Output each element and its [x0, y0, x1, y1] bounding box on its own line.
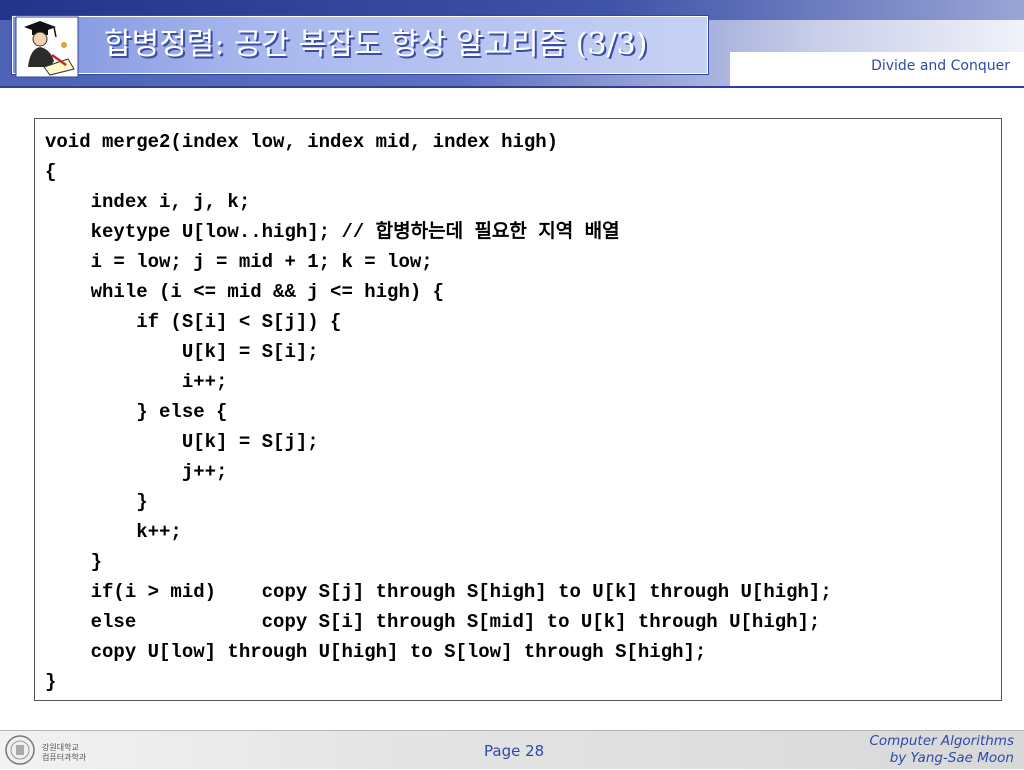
- code-line: U[k] = S[j];: [45, 431, 319, 453]
- header-divider: [0, 86, 1024, 88]
- university-name: 강원대학교: [42, 743, 79, 752]
- code-listing: void merge2(index low, index mid, index …: [45, 127, 832, 697]
- code-line: keytype U[low..high]; // 합병하는데 필요한 지역 배열: [45, 221, 620, 243]
- code-line: i = low; j = mid + 1; k = low;: [45, 251, 433, 273]
- code-line: if(i > mid) copy S[j] through S[high] to…: [45, 581, 832, 603]
- course-name: Computer Algorithms: [869, 733, 1014, 749]
- code-line: void merge2(index low, index mid, index …: [45, 131, 559, 153]
- department-name: 강원대학교 컴퓨터과학과: [42, 743, 86, 763]
- code-line: } else {: [45, 401, 228, 423]
- scholar-writing-icon: [14, 15, 80, 79]
- code-line: }: [45, 551, 103, 573]
- code-line: }: [45, 491, 148, 513]
- code-line: k++;: [45, 521, 182, 543]
- footer-credit: Computer Algorithms by Yang-Sae Moon: [869, 733, 1014, 767]
- code-line: copy U[low] through U[high] to S[low] th…: [45, 641, 707, 663]
- slide-header: 합병정렬: 공간 복잡도 향상 알고리즘 (3/3) Divide and Co…: [0, 0, 1024, 86]
- code-line: index i, j, k;: [45, 191, 251, 213]
- department-logo: 강원대학교 컴퓨터과학과: [4, 734, 104, 766]
- department-label: 컴퓨터과학과: [42, 753, 87, 762]
- code-box: void merge2(index low, index mid, index …: [34, 118, 1002, 701]
- code-line: {: [45, 161, 57, 183]
- code-line: }: [45, 671, 57, 693]
- code-line: if (S[i] < S[j]) {: [45, 311, 342, 333]
- code-line: U[k] = S[i];: [45, 341, 319, 363]
- code-line: i++;: [45, 371, 228, 393]
- code-line: while (i <= mid && j <= high) {: [45, 281, 445, 303]
- page-number: Page 28: [484, 742, 545, 760]
- slide-footer: 강원대학교 컴퓨터과학과 Page 28 Computer Algorithms…: [0, 730, 1024, 769]
- course-tag: Divide and Conquer: [871, 58, 1010, 74]
- page-title: 합병정렬: 공간 복잡도 향상 알고리즘 (3/3): [104, 27, 648, 62]
- author-name: by Yang-Sae Moon: [889, 750, 1014, 766]
- code-line: j++;: [45, 461, 228, 483]
- university-seal-icon: [5, 735, 35, 765]
- code-line: else copy S[i] through S[mid] to U[k] th…: [45, 611, 821, 633]
